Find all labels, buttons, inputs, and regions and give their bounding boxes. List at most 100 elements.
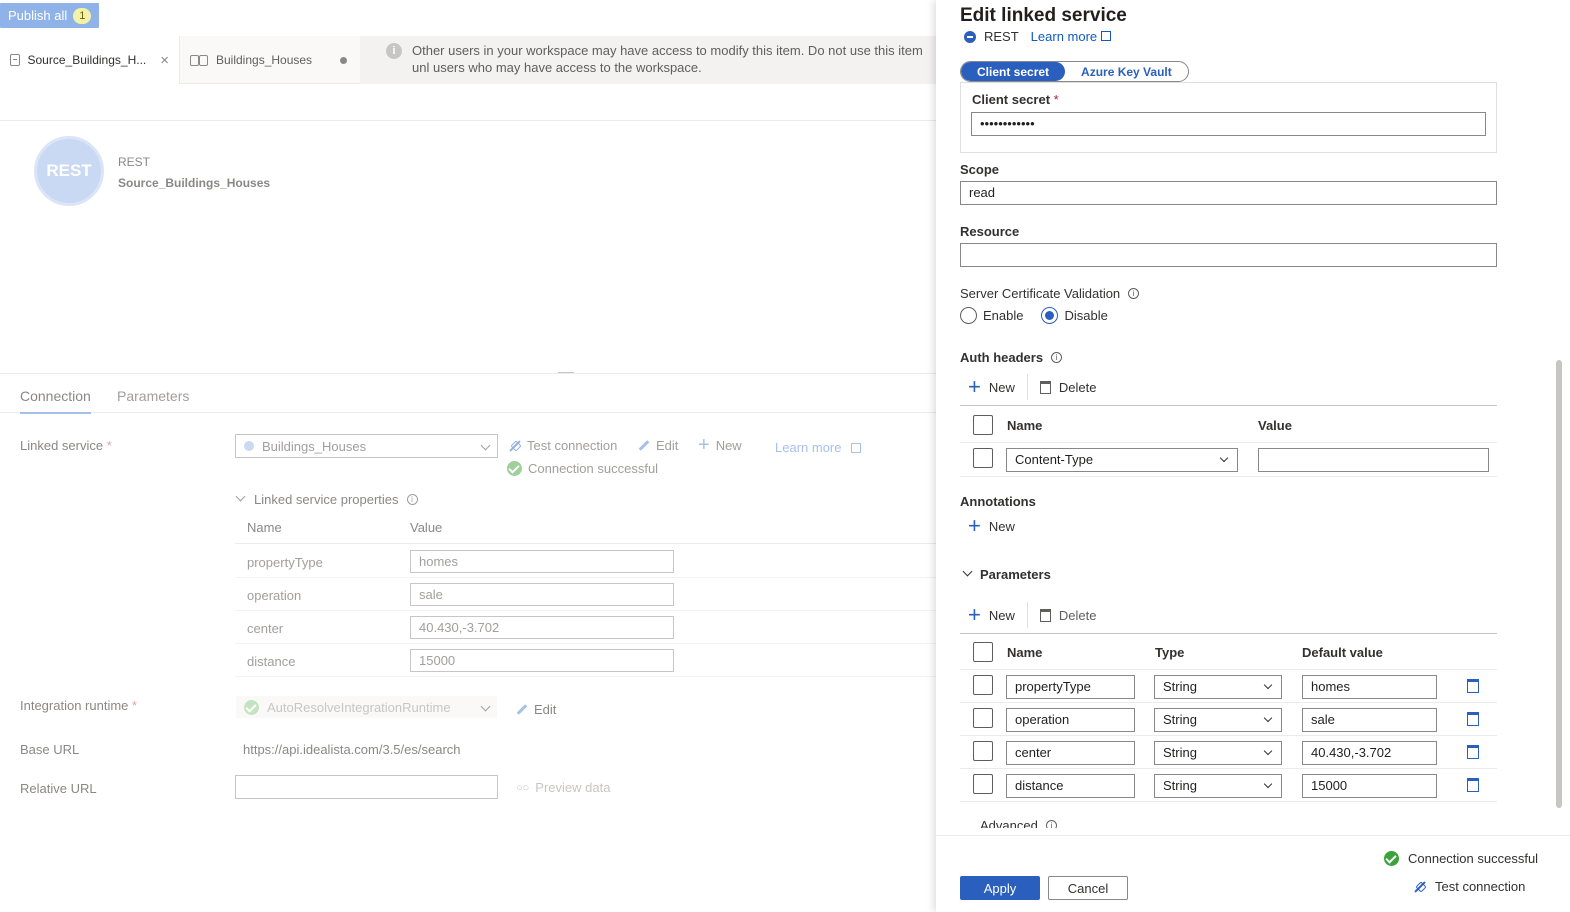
- client-secret-input[interactable]: ••••••••••••: [971, 112, 1486, 136]
- new-auth-header-button[interactable]: + New: [960, 374, 1023, 399]
- rest-logo-text: REST: [46, 161, 92, 180]
- param-type-select[interactable]: String: [1154, 741, 1282, 765]
- radio-enable[interactable]: [960, 307, 977, 324]
- panel-scrollbar[interactable]: [1556, 360, 1562, 808]
- row-checkbox[interactable]: [973, 448, 993, 468]
- param-default-input[interactable]: 15000: [1302, 774, 1437, 798]
- external-link-icon: [1101, 31, 1112, 41]
- prop-name: operation: [247, 588, 302, 603]
- resource-input[interactable]: [960, 243, 1497, 267]
- new-label: New: [715, 438, 742, 453]
- edit-runtime-link[interactable]: Edit: [516, 702, 556, 717]
- auth-header-value-input[interactable]: [1258, 448, 1489, 472]
- param-col-name: Name: [1007, 645, 1043, 660]
- scope-input[interactable]: read: [960, 181, 1497, 205]
- test-connection-button[interactable]: Test connection: [1412, 879, 1525, 894]
- select-all-checkbox[interactable]: [973, 415, 993, 435]
- learn-more-link[interactable]: Learn more: [775, 440, 862, 455]
- param-type: String: [1163, 679, 1197, 694]
- rest-service-icon: [244, 441, 254, 451]
- radio-disable[interactable]: [1041, 307, 1059, 324]
- publish-count-badge: 1: [73, 7, 92, 24]
- tab-parameters[interactable]: Parameters: [117, 388, 189, 404]
- trash-icon[interactable]: [1467, 712, 1479, 726]
- param-name-input[interactable]: distance: [1006, 774, 1135, 798]
- row-checkbox[interactable]: [973, 741, 993, 761]
- publish-all-label: Publish all: [8, 8, 68, 23]
- info-icon: i: [1128, 288, 1140, 299]
- close-icon[interactable]: ×: [160, 52, 169, 69]
- divider: [960, 633, 1497, 634]
- preview-data-button[interactable]: ○○ Preview data: [516, 780, 610, 795]
- param-type-select[interactable]: String: [1154, 675, 1282, 699]
- linked-service-properties-header[interactable]: Linked service properties i: [235, 491, 418, 507]
- param-type: String: [1163, 712, 1197, 727]
- chevron-down-icon[interactable]: [962, 566, 973, 577]
- row-checkbox[interactable]: [973, 774, 993, 794]
- chevron-down-icon: [1263, 746, 1273, 756]
- tab-source-buildings[interactable]: Source_Buildings_H... ×: [0, 36, 180, 84]
- param-default-input[interactable]: homes: [1302, 675, 1437, 699]
- info-icon: i: [406, 494, 418, 505]
- learn-more-link[interactable]: Learn more: [1030, 29, 1112, 44]
- prop-value-field[interactable]: homes: [410, 550, 674, 573]
- learn-more-label: Learn more: [1030, 29, 1098, 44]
- integration-runtime-select[interactable]: AutoResolveIntegrationRuntime: [235, 695, 498, 719]
- client-secret-group: Client secret * ••••••••••••: [960, 82, 1497, 153]
- dataset-type: REST: [118, 155, 151, 169]
- edit-linked-service-link[interactable]: Edit: [638, 438, 678, 453]
- select-all-checkbox[interactable]: [973, 642, 993, 662]
- publish-all-button[interactable]: Publish all 1: [0, 3, 100, 28]
- param-type-select[interactable]: String: [1154, 774, 1282, 798]
- param-type: String: [1163, 778, 1197, 793]
- scope-label: Scope: [960, 162, 1000, 177]
- parameters-header[interactable]: Parameters: [980, 567, 1051, 582]
- auth-header-name: Content-Type: [1015, 452, 1094, 467]
- prop-value-field[interactable]: sale: [410, 583, 674, 606]
- prop-value-field[interactable]: 40.430,-3.702: [410, 616, 674, 639]
- row-checkbox[interactable]: [973, 675, 993, 695]
- new-linked-service-link[interactable]: + New: [698, 435, 742, 455]
- param-name-input[interactable]: operation: [1006, 708, 1135, 732]
- param-default-input[interactable]: 40.430,-3.702: [1302, 741, 1437, 765]
- divider: [960, 442, 1497, 443]
- test-connection-label: Test connection: [527, 438, 618, 453]
- advanced-section[interactable]: Advanced i: [960, 816, 1520, 828]
- linked-service-select[interactable]: Buildings_Houses: [235, 434, 498, 458]
- chevron-down-icon: [1263, 713, 1273, 723]
- relative-url-input[interactable]: [235, 775, 498, 799]
- radio-disable-label: Disable: [1064, 308, 1108, 323]
- secret-source-toggle: Client secret Azure Key Vault: [960, 61, 1189, 82]
- connection-status: Connection successful: [507, 461, 658, 476]
- prop-value-field[interactable]: 15000: [410, 649, 674, 672]
- auth-headers-label: Auth headers i: [960, 350, 1063, 365]
- param-type-select[interactable]: String: [1154, 708, 1282, 732]
- tab-buildings-houses[interactable]: Buildings_Houses: [180, 36, 360, 84]
- toggle-client-secret[interactable]: Client secret: [961, 62, 1066, 81]
- param-type: String: [1163, 745, 1197, 760]
- toggle-azure-key-vault[interactable]: Azure Key Vault: [1065, 62, 1188, 81]
- param-default-input[interactable]: sale: [1302, 708, 1437, 732]
- tab-connection[interactable]: Connection: [20, 388, 91, 414]
- new-annotation-button[interactable]: + New: [960, 515, 1023, 537]
- linked-service-label: Linked service *: [20, 438, 112, 453]
- plus-icon: +: [968, 374, 981, 399]
- cancel-button[interactable]: Cancel: [1048, 876, 1128, 900]
- trash-icon: [1039, 380, 1051, 394]
- row-checkbox[interactable]: [973, 708, 993, 728]
- new-label: New: [988, 607, 1015, 623]
- delete-parameter-button[interactable]: Delete: [1032, 608, 1105, 623]
- trash-icon[interactable]: [1467, 778, 1479, 792]
- new-parameter-button[interactable]: + New: [960, 604, 1023, 626]
- param-name-input[interactable]: propertyType: [1006, 675, 1135, 699]
- apply-button[interactable]: Apply: [960, 876, 1040, 900]
- delete-auth-header-button[interactable]: Delete: [1032, 380, 1105, 395]
- trash-icon[interactable]: [1467, 679, 1479, 693]
- server-cert-options: Enable Disable: [960, 307, 1108, 324]
- info-icon: i: [1045, 820, 1057, 828]
- trash-icon[interactable]: [1467, 745, 1479, 759]
- divider: [936, 835, 1570, 836]
- param-name-input[interactable]: center: [1006, 741, 1135, 765]
- test-connection-link[interactable]: Test connection: [507, 438, 617, 453]
- auth-header-name-select[interactable]: Content-Type: [1006, 448, 1238, 472]
